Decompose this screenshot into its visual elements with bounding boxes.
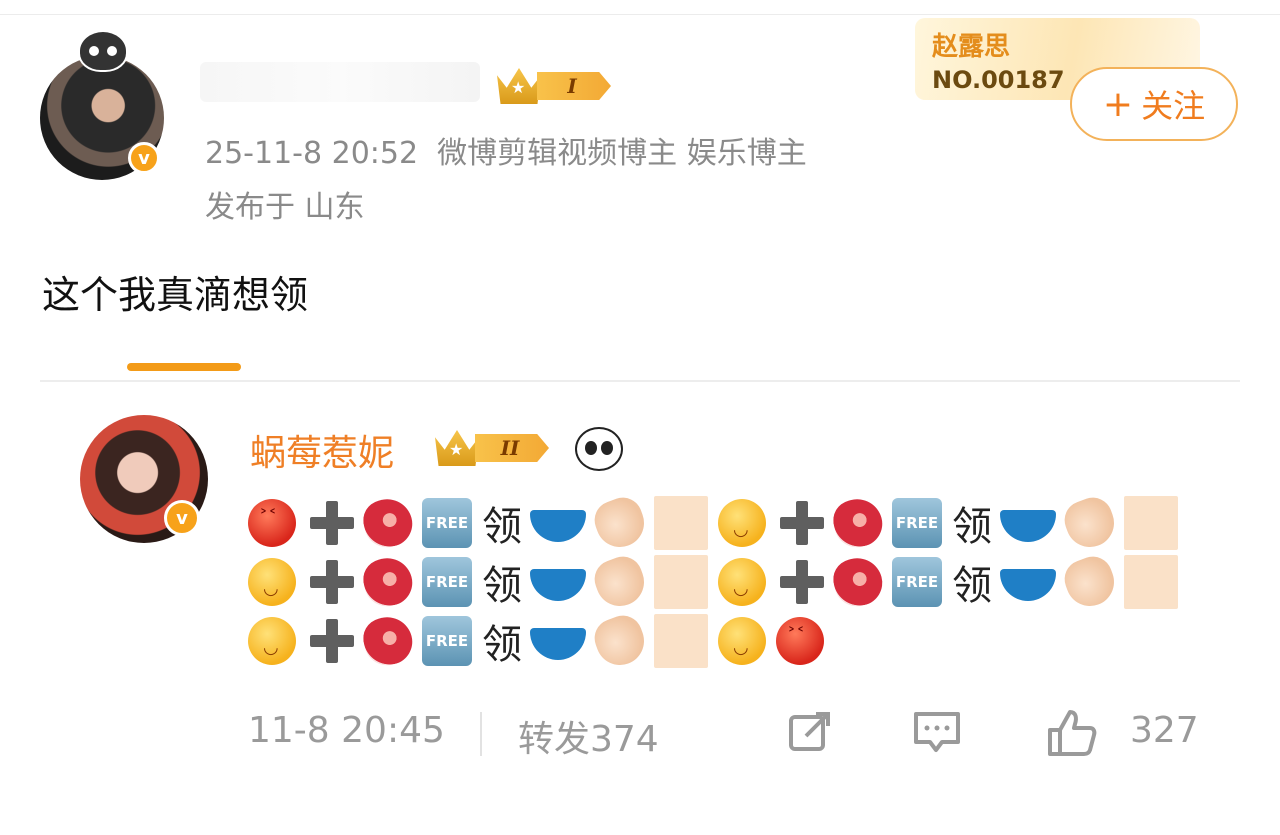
placeholder-box-icon [1124,496,1178,550]
post-location: 发布于 山东 [205,190,365,225]
author-tags: 微博剪辑视频博主 娱乐博主 [437,136,807,171]
ling-character: 领 [482,504,522,550]
commenter-name[interactable]: 蜗莓惹妮 [250,424,394,476]
author-name-blurred[interactable] [200,62,480,102]
winking-tongue-face-icon [248,617,296,665]
crown-icon [435,430,479,466]
heavy-plus-icon [306,499,354,547]
comment-footer: 11-8 20:45 转发374 327 [0,704,1280,760]
clapping-hands-icon [589,610,651,672]
fan-card-name: 赵露思 [932,32,1011,62]
post-meta: 25-11-8 20:52 微博剪辑视频博主 娱乐博主 [205,128,807,172]
winking-tongue-face-icon [718,617,766,665]
commenter-verified-badge-icon: v [164,500,200,536]
placeholder-box-icon [654,614,708,668]
member-rank-badge[interactable]: I [497,66,611,106]
clapping-hands-icon [1059,551,1121,613]
winking-tongue-face-icon [718,558,766,606]
placeholder-box-icon [654,555,708,609]
fan-card-number: NO.00187 [932,66,1065,94]
briefs-icon [1000,510,1056,542]
meat-icon [828,493,888,553]
comment-timestamp: 11-8 20:45 [248,710,445,751]
follow-button[interactable]: + 关注 [1070,67,1238,141]
rank-label: II [475,434,549,462]
share-edit-icon[interactable] [786,708,834,760]
post-timestamp: 25-11-8 20:52 [205,136,419,171]
avatar-pendant-dog-icon [78,30,128,72]
heavy-plus-icon [776,558,824,606]
footer-separator [480,712,482,756]
follow-label: 关注 [1141,87,1206,125]
placeholder-box-icon [654,496,708,550]
ling-character: 领 [952,563,992,609]
briefs-icon [530,628,586,660]
heavy-plus-icon [306,558,354,606]
free-button-icon: FREE [422,616,472,666]
plus-icon: + [1102,83,1134,125]
clapping-hands-icon [1059,492,1121,554]
tab-indicator [127,363,241,371]
angry-face-icon [776,617,824,665]
clapping-hands-icon [589,551,651,613]
winking-tongue-face-icon [718,499,766,547]
free-button-icon: FREE [892,557,942,607]
repost-count[interactable]: 转发374 [518,710,659,762]
meat-icon [358,493,418,553]
crown-icon [497,68,541,104]
emoji-row: FREE领 [248,610,834,672]
briefs-icon [530,569,586,601]
free-button-icon: FREE [892,498,942,548]
briefs-icon [1000,569,1056,601]
heavy-plus-icon [306,617,354,665]
ling-character: 领 [482,622,522,668]
free-button-icon: FREE [422,557,472,607]
rank-label: I [537,72,611,100]
meat-icon [358,552,418,612]
meat-icon [828,552,888,612]
angry-face-icon [248,499,296,547]
verified-badge-icon: v [128,142,160,174]
clapping-hands-icon [589,492,651,554]
emoji-row: FREE领FREE领 [248,492,1188,554]
heavy-plus-icon [776,499,824,547]
top-divider [0,14,1280,15]
ling-character: 领 [952,504,992,550]
placeholder-box-icon [1124,555,1178,609]
commenter-rank-badge[interactable]: II [435,428,549,468]
section-divider [40,380,1240,382]
panda-icon [575,427,623,471]
meat-icon [358,611,418,671]
like-thumb-icon[interactable] [1046,708,1098,762]
winking-tongue-face-icon [248,558,296,606]
emoji-row: FREE领FREE领 [248,551,1188,613]
free-button-icon: FREE [422,498,472,548]
post-text: 这个我真滴想领 [42,273,309,317]
like-count: 327 [1130,710,1199,751]
comment-icon[interactable] [912,708,962,760]
ling-character: 领 [482,563,522,609]
briefs-icon [530,510,586,542]
